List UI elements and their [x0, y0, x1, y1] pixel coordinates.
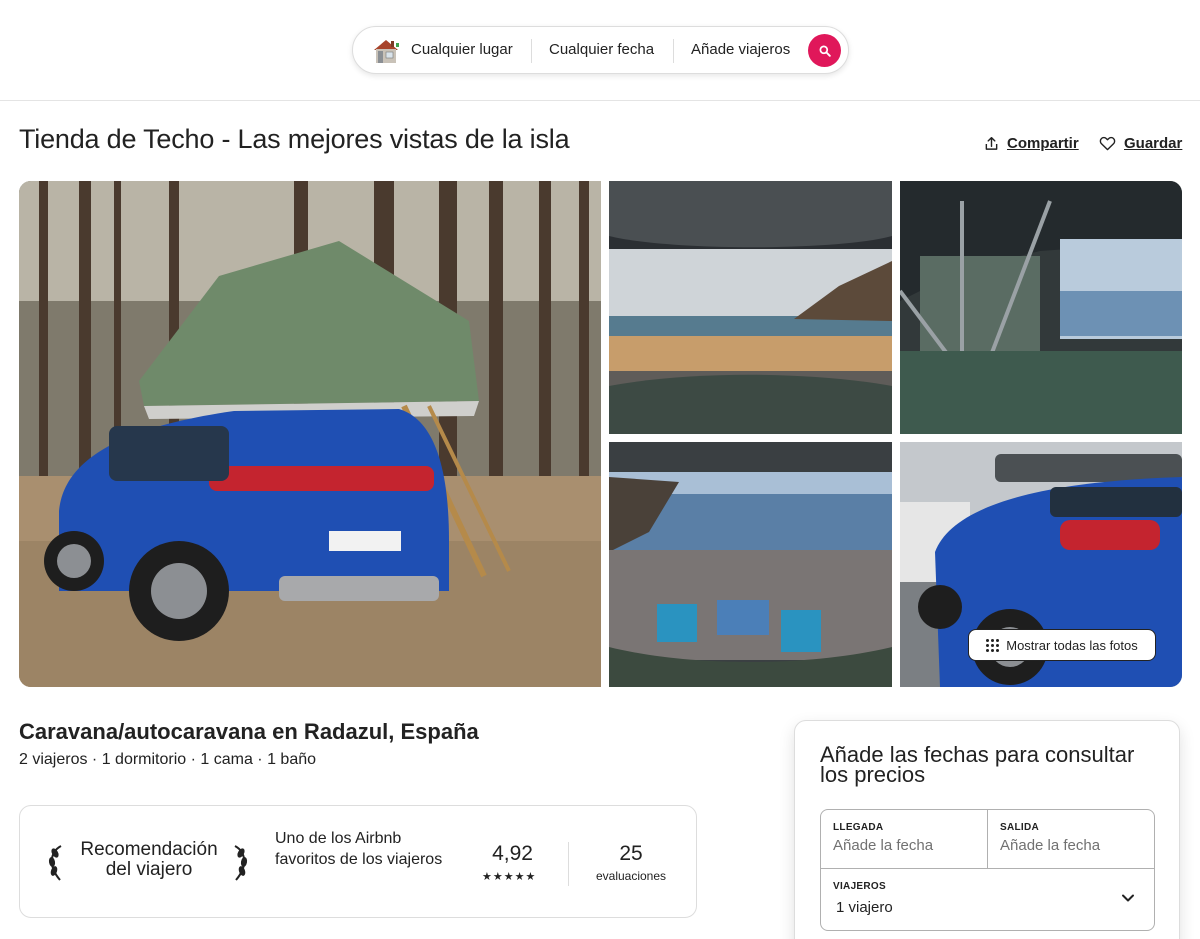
search-bar[interactable]: Cualquier lugar Cualquier fecha Añade vi… [352, 26, 849, 74]
beach-table-photo [609, 442, 892, 687]
badge-line-2: del viajero [105, 859, 193, 880]
search-anywhere[interactable]: Cualquier lugar [411, 41, 513, 58]
search-add-guests[interactable]: Añade viajeros [691, 41, 790, 58]
reviews-label[interactable]: evaluaciones [590, 869, 672, 883]
checkout-field[interactable]: SALIDA Añade la fecha [988, 810, 1154, 868]
share-icon [985, 136, 998, 150]
search-divider [531, 39, 532, 63]
chevron-down-icon[interactable] [1121, 891, 1135, 905]
top-header: Cualquier lugar Cualquier fecha Añade vi… [0, 0, 1200, 101]
laurel-left-icon [48, 845, 62, 881]
share-label: Compartir [1007, 135, 1079, 152]
checkout-label: SALIDA [1000, 822, 1040, 833]
photo-beach-table[interactable] [609, 442, 892, 687]
date-guest-picker: LLEGADA Añade la fecha SALIDA Añade la f… [820, 809, 1155, 931]
tent-interior-photo [900, 181, 1182, 434]
car-rooftop-tent-photo [19, 181, 601, 687]
search-button[interactable] [808, 34, 841, 67]
photo-tent-interior[interactable] [900, 181, 1182, 434]
listing-details: 2 viajeros · 1 dormitorio · 1 cama · 1 b… [19, 751, 317, 768]
save-button[interactable]: Guardar [1099, 135, 1182, 152]
house-logo-icon [371, 37, 401, 65]
search-divider [673, 39, 674, 63]
search-anytime[interactable]: Cualquier fecha [549, 41, 654, 58]
reviews-count[interactable]: 25 [590, 842, 672, 866]
guests-field[interactable]: VIAJEROS 1 viajero [821, 868, 1154, 930]
rating-stars: ★★★★★ [482, 871, 537, 883]
share-button[interactable]: Compartir [984, 135, 1079, 152]
laurel-right-icon [234, 845, 248, 881]
show-all-photos-label: Mostrar todas las fotos [1006, 637, 1138, 653]
checkout-value: Añade la fecha [1000, 837, 1101, 854]
photo-tent-ocean-view[interactable] [609, 181, 892, 434]
checkin-label: LLEGADA [833, 822, 884, 833]
show-all-photos-button[interactable]: Mostrar todas las fotos [968, 629, 1156, 661]
photo-main[interactable] [19, 181, 601, 687]
rating-value: 4,92 [492, 842, 533, 865]
booking-title: Añade las fechas para consultar los prec… [820, 742, 1135, 787]
stats-divider [568, 842, 569, 886]
guest-favorite-description: Uno de los Airbnb favoritos de los viaje… [275, 830, 443, 868]
tent-view-photo [609, 181, 892, 434]
page-title: Tienda de Techo - Las mejores vistas de … [19, 124, 570, 154]
search-icon [819, 45, 831, 57]
guest-favorite-card: Recomendación del viajero Uno de los Air… [19, 805, 697, 918]
listing-subtitle: Caravana/autocaravana en Radazul, España [19, 719, 479, 744]
guests-value: 1 viajero [836, 899, 893, 916]
checkin-field[interactable]: LLEGADA Añade la fecha [821, 810, 988, 868]
badge-line-1: Recomendación [80, 839, 218, 860]
booking-card: Añade las fechas para consultar los prec… [794, 720, 1180, 939]
guest-favorite-badge: Recomendación del viajero [72, 840, 226, 880]
save-label: Guardar [1124, 135, 1183, 152]
grid-dots-icon [986, 638, 1000, 652]
heart-icon [1099, 136, 1116, 151]
checkin-value: Añade la fecha [833, 837, 934, 854]
guests-label: VIAJEROS [833, 881, 886, 892]
